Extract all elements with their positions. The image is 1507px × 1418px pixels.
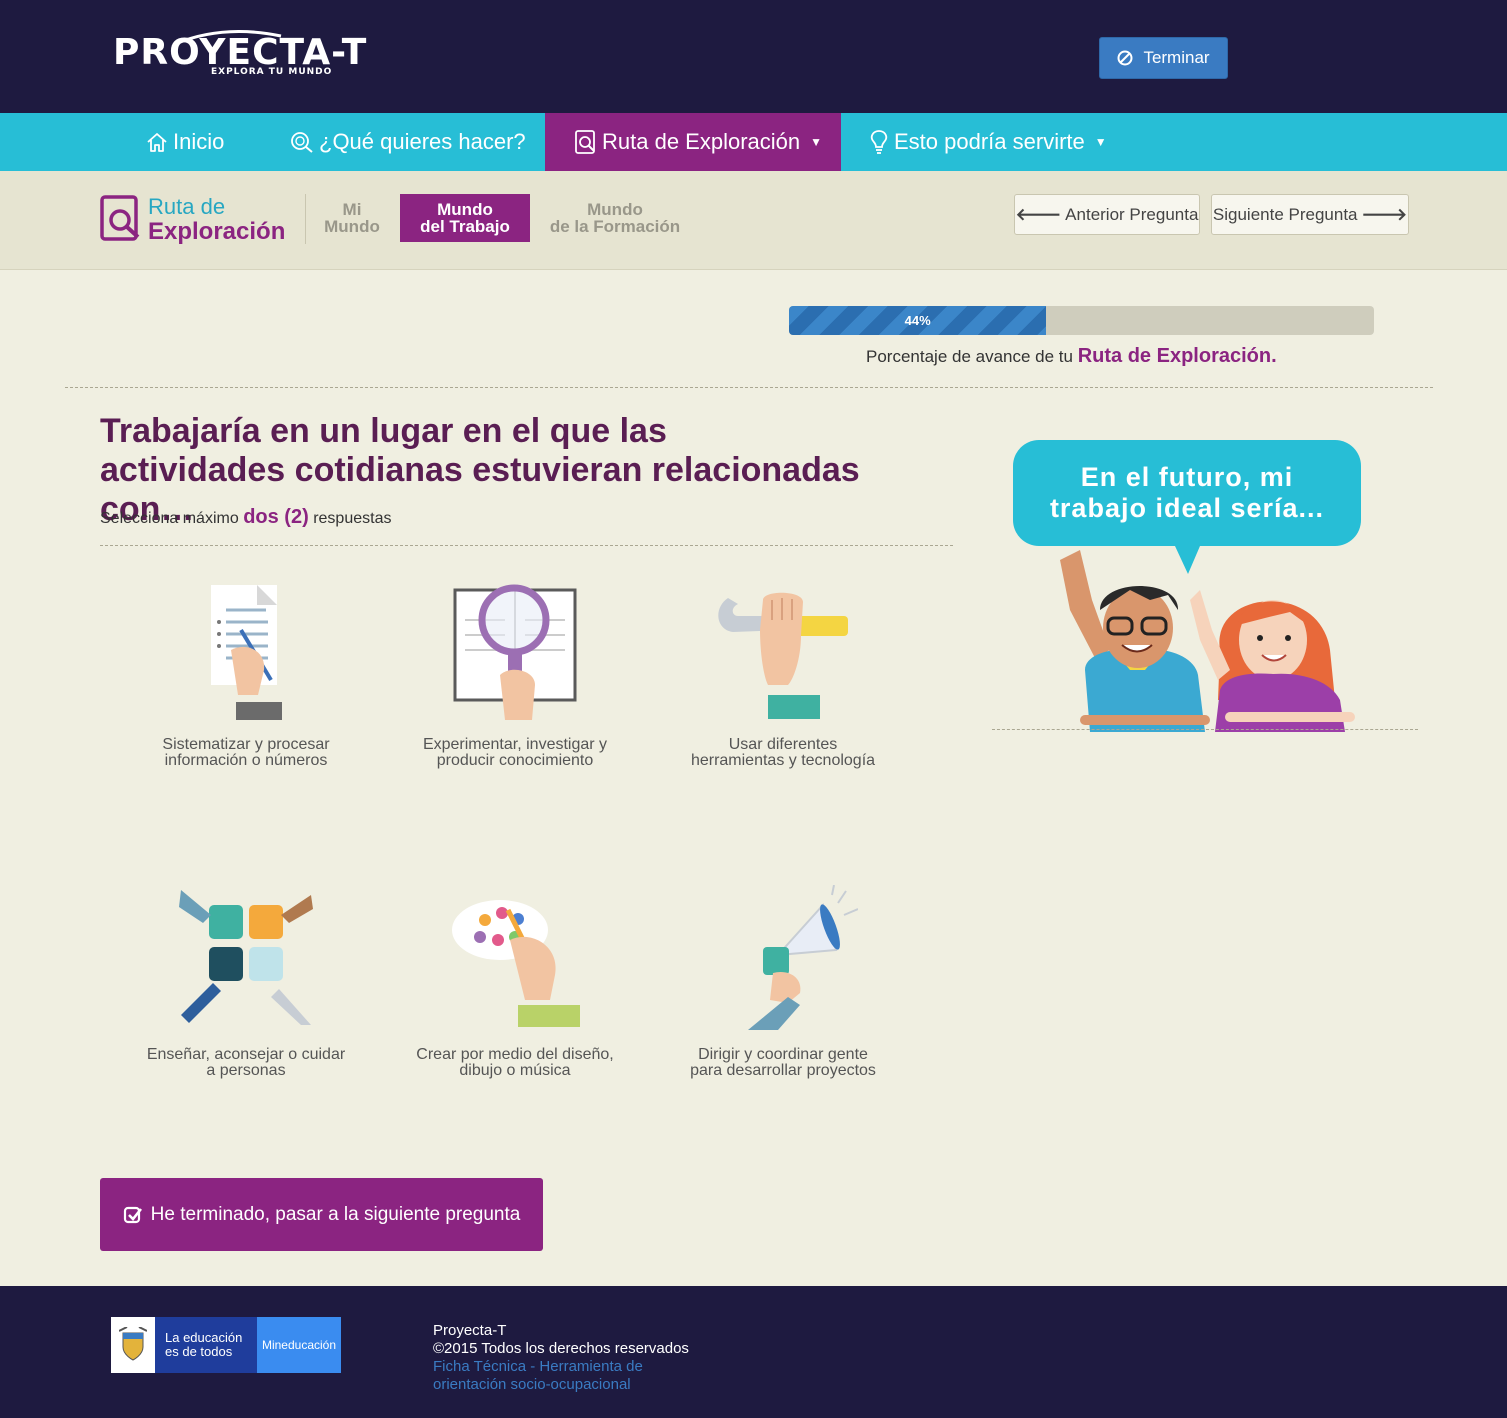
arrow-left-icon: 🡐 [1015, 204, 1062, 224]
nav-item-esto-podria-servirte[interactable]: Esto podría servirte ▼ [868, 113, 1107, 171]
option-label: Experimentar, investigar y producir conoc… [422, 736, 608, 769]
hint-bold: dos (2) [243, 506, 309, 528]
paint-palette-icon [452, 900, 580, 1027]
footer-ficha-tecnica-link[interactable]: Ficha Técnica - Herramienta de orientaci… [433, 1358, 689, 1394]
option-usar-herramientas[interactable]: Usar diferentes herramientas y tecnología [653, 580, 913, 775]
footer: La educación es de todos Mineducación Pr… [0, 1286, 1507, 1418]
speech-bubble: En el futuro, mi trabajo ideal sería... [1013, 440, 1361, 546]
progress-fill: 44% [789, 306, 1047, 335]
world-tab-line2: Mundo [324, 217, 380, 236]
progress-caption: Porcentaje de avance de tu Ruta de Explo… [866, 345, 1277, 368]
hint-post: respuestas [313, 510, 392, 527]
gov-slogan: La educación es de todos [155, 1317, 257, 1373]
world-tab-line1: Mundo [437, 200, 493, 219]
footer-info: Proyecta-T ©2015 Todos los derechos rese… [433, 1322, 689, 1394]
chevron-down-icon: ▼ [1094, 135, 1107, 149]
next-question-button[interactable]: Siguiente Pregunta 🡒 [1211, 194, 1409, 235]
world-tab-line1: Mundo [587, 200, 643, 219]
progress-bar: 44% [789, 306, 1374, 335]
mineducacion-logo[interactable]: La educación es de todos Mineducación [111, 1317, 341, 1373]
progress-caption-text: Porcentaje de avance de tu [866, 347, 1073, 366]
magnifier-page-icon [100, 195, 140, 241]
option-crear[interactable]: Crear por medio del diseño, dibujo o músi… [385, 885, 645, 1080]
nav-item-inicio[interactable]: Inicio [145, 113, 224, 171]
nav-label-ruta-de-exploracion: Ruta de Exploración [602, 129, 801, 154]
terminar-button[interactable]: Terminar [1099, 37, 1228, 79]
nav-label-que-quieres-hacer: ¿Qué quieres hacer? [319, 129, 526, 154]
option-dirigir[interactable]: Dirigir y coordinar gente para desarrolla… [653, 885, 913, 1080]
world-tab-line2: de la Formación [549, 217, 681, 236]
logo-tagline: EXPLORA TU MUNDO [211, 67, 333, 77]
search-icon [291, 132, 313, 153]
magnifier-book-icon [453, 584, 577, 720]
footer-brand: Proyecta-T [433, 1322, 507, 1339]
main-nav: Inicio ¿Qué quieres hacer? Ruta de Explo… [0, 113, 1507, 171]
speech-line1: En el futuro, mi [1080, 462, 1294, 492]
progress-percent: 44% [904, 313, 931, 328]
progress-caption-bold: Ruta de Exploración. [1077, 345, 1277, 367]
document-writing-icon [211, 585, 282, 720]
option-label: Usar diferentes herramientas y tecnología [690, 736, 876, 769]
chevron-down-icon: ▼ [810, 135, 823, 149]
ruta-logo-line2: Exploración [148, 218, 286, 245]
lightbulb-icon [870, 130, 888, 154]
section-divider [65, 387, 1433, 388]
colombia-shield-icon [111, 1317, 155, 1373]
magnifier-page-icon [575, 130, 595, 154]
top-header: PROYECTA-T EXPLORA TU MUNDO Terminar [0, 0, 1507, 113]
question-divider [100, 545, 953, 546]
megaphone-icon [748, 885, 858, 1030]
option-experimentar[interactable]: Experimentar, investigar y producir conoc… [385, 580, 645, 775]
finish-question-label: He terminado, pasar a la siguiente pregu… [150, 1203, 521, 1225]
footer-copyright: ©2015 Todos los derechos reservados [433, 1340, 689, 1357]
terminar-label: Terminar [1143, 48, 1210, 67]
option-ensenar[interactable]: Enseñar, aconsejar o cuidar a personas [116, 885, 376, 1080]
option-sistematizar[interactable]: Sistematizar y procesar información o núm… [116, 580, 376, 775]
nav-label-inicio: Inicio [173, 129, 225, 154]
finish-question-button[interactable]: He terminado, pasar a la siguiente pregu… [100, 1178, 543, 1251]
world-tab-mi-mundo[interactable]: Mi Mundo [318, 194, 386, 242]
option-label: Sistematizar y procesar información o núm… [162, 736, 330, 769]
world-tab-mundo-del-trabajo[interactable]: Mundo del Trabajo [400, 194, 530, 242]
option-label: Dirigir y coordinar gente para desarrolla… [690, 1046, 876, 1079]
students-illustration [1060, 546, 1355, 732]
gov-ministry: Mineducación [257, 1317, 341, 1373]
previous-question-label: Anterior Pregunta [1065, 204, 1199, 224]
next-question-label: Siguiente Pregunta [1212, 204, 1358, 224]
option-label: Crear por medio del diseño, dibujo o músi… [416, 1046, 614, 1079]
wrench-hand-icon [718, 592, 848, 719]
puzzle-hands-icon [179, 890, 313, 1025]
ruta-logo-line1: Ruta de [148, 194, 226, 219]
illustration-divider [992, 729, 1418, 730]
home-icon [147, 133, 167, 152]
checkbox-icon [123, 1206, 142, 1223]
nav-label-esto-podria-servirte: Esto podría servirte [894, 129, 1085, 154]
arrow-right-icon: 🡒 [1361, 204, 1408, 224]
world-tab-line2: del Trabajo [420, 217, 510, 236]
divider [305, 194, 306, 244]
world-tab-line1: Mi [342, 200, 362, 219]
proyecta-t-logo[interactable]: PROYECTA-T EXPLORA TU MUNDO [113, 30, 367, 77]
previous-question-button[interactable]: 🡐 Anterior Pregunta [1014, 194, 1200, 235]
logo-swoosh-icon [174, 30, 282, 46]
speech-line2: trabajo ideal sería... [1049, 493, 1325, 523]
nav-item-que-quieres-hacer[interactable]: ¿Qué quieres hacer? [289, 113, 526, 171]
ban-icon [1117, 50, 1133, 66]
ruta-exploracion-logo: Ruta de Exploración [100, 195, 285, 245]
option-label: Enseñar, aconsejar o cuidar a personas [146, 1046, 346, 1079]
nav-item-ruta-de-exploracion[interactable]: Ruta de Exploración ▼ [545, 113, 841, 171]
question-hint: Selecciona máximo dos (2) respuestas [100, 506, 391, 529]
world-tab-mundo-de-la-formacion[interactable]: Mundo de la Formación [545, 194, 685, 242]
hint-pre: Selecciona máximo [100, 510, 239, 527]
